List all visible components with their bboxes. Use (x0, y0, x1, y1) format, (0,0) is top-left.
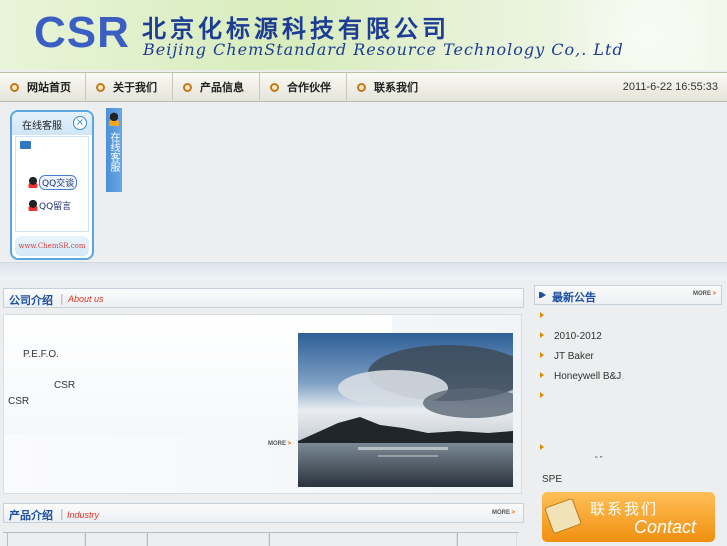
about-text-line: P.E.F.O. (23, 349, 59, 360)
qq-penguin-icon (28, 200, 38, 211)
qq-chat-link[interactable]: QQ交谈 (28, 175, 78, 190)
about-more-link[interactable]: MORE > (268, 441, 291, 447)
nav-datetime: 2011-6-22 16:55:33 (622, 81, 718, 93)
triangle-bullet-icon (540, 392, 544, 398)
nav-item-label: 联系我们 (374, 81, 418, 94)
qq-message-link[interactable]: QQ留言 (28, 199, 71, 212)
notice-item[interactable] (540, 311, 554, 322)
products-title-en: Industry (67, 510, 100, 520)
online-service-tab[interactable]: 在线客服 (106, 108, 122, 192)
notice-item[interactable]: JT Baker (540, 351, 594, 362)
contact-us-banner[interactable]: 联系我们 Contact (542, 492, 715, 542)
main-nav: 网站首页 关于我们 产品信息 合作伙伴 联系我们 2011-6-22 16:55… (0, 72, 727, 102)
notice-item-label: 2010-2012 (554, 331, 602, 342)
notice-item[interactable] (540, 391, 554, 402)
nav-item-label: 关于我们 (113, 81, 157, 94)
banner-decoration (507, 0, 707, 70)
landscape-photo (298, 333, 513, 487)
products-table (3, 532, 519, 546)
nav-item-label: 合作伙伴 (287, 81, 331, 94)
notice-section-header: 最新公告 MORE > (534, 285, 722, 305)
table-cell[interactable] (147, 533, 269, 546)
contact-label-cn: 联系我们 (590, 500, 659, 518)
table-cell[interactable] (7, 533, 85, 546)
nav-item-label: 网站首页 (27, 81, 71, 94)
circle-bullet-icon (357, 83, 366, 92)
notice-item[interactable] (540, 443, 554, 454)
notice-item[interactable]: SPE (542, 474, 562, 485)
landscape-image (298, 333, 513, 487)
more-label: MORE (492, 510, 510, 516)
nav-item-label: 产品信息 (200, 81, 244, 94)
more-label: MORE (268, 441, 286, 447)
nav-item-products[interactable]: 产品信息 (173, 73, 260, 102)
circle-bullet-icon (96, 83, 105, 92)
table-cell[interactable] (85, 533, 147, 546)
service-panel-title: 在线客服 (22, 121, 62, 132)
online-service-tab-label: 在线客服 (108, 132, 119, 172)
circle-bullet-icon (270, 83, 279, 92)
qq-penguin-icon (28, 177, 38, 188)
company-name-en: Beijing ChemStandard Resource Technology… (143, 40, 624, 59)
title-separator: | (60, 292, 64, 305)
products-title-cn: 产品介绍 (9, 509, 53, 522)
close-icon[interactable]: × (73, 116, 87, 130)
contact-label-en: Contact (634, 517, 697, 537)
triangle-bullet-icon (540, 372, 544, 378)
triangle-bullet-icon (540, 444, 544, 450)
notice-title: 最新公告 (552, 291, 596, 304)
company-name-cn: 北京化标源科技有限公司 (142, 14, 450, 43)
notice-item-label: JT Baker (554, 351, 594, 362)
products-section-header: 产品介绍 | Industry MORE > (3, 503, 524, 523)
chevron-right-icon: > (712, 291, 717, 297)
chevron-right-icon: > (287, 441, 292, 447)
notice-item-label: Honeywell B&J (554, 371, 622, 382)
circle-bullet-icon (183, 83, 192, 92)
nav-item-home[interactable]: 网站首页 (0, 73, 86, 102)
folder-icon (20, 141, 31, 149)
triangle-bullet-icon (540, 352, 544, 358)
service-panel-header: 在线客服 × (12, 112, 92, 135)
about-text-line: CSR (8, 396, 30, 407)
circle-bullet-icon (10, 83, 19, 92)
logo[interactable]: CSR (34, 8, 130, 58)
qq-message-label: QQ留言 (39, 202, 72, 212)
qq-chat-label: QQ交谈 (39, 175, 78, 190)
triangle-bullet-icon (540, 332, 544, 338)
nav-item-about[interactable]: 关于我们 (86, 73, 173, 102)
nav-item-contact[interactable]: 联系我们 (347, 73, 434, 102)
notice-more-link[interactable]: MORE > (693, 291, 716, 297)
arrow-right-icon (539, 292, 547, 298)
header-banner: CSR 北京化标源科技有限公司 Beijing ChemStandard Res… (0, 0, 727, 70)
triangle-bullet-icon (540, 312, 544, 318)
about-text-line: CSR (54, 380, 76, 391)
notice-quote-marks: “ ” (595, 455, 603, 464)
title-separator: | (60, 507, 64, 520)
table-cell[interactable] (457, 533, 517, 546)
chevron-right-icon: > (511, 510, 516, 516)
nav-item-partners[interactable]: 合作伙伴 (260, 73, 347, 102)
products-more-link[interactable]: MORE > (492, 510, 515, 516)
about-title-en: About us (68, 294, 104, 304)
service-panel-url[interactable]: www.ChemSR.com (15, 236, 89, 256)
table-cell[interactable] (269, 533, 457, 546)
about-title-cn: 公司介绍 (9, 294, 53, 307)
notice-item[interactable]: 2010-2012 (540, 331, 602, 342)
online-service-panel: 在线客服 × QQ交谈 QQ留言 www.ChemSR.com (10, 110, 94, 260)
more-label: MORE (693, 291, 711, 297)
qq-penguin-icon (109, 112, 119, 126)
about-section-header: 公司介绍 | About us (3, 288, 524, 308)
notice-item[interactable]: Honeywell B&J (540, 371, 621, 382)
phone-icon (544, 497, 582, 535)
service-panel-body: QQ交谈 QQ留言 (15, 136, 89, 232)
divider-band (0, 262, 727, 280)
